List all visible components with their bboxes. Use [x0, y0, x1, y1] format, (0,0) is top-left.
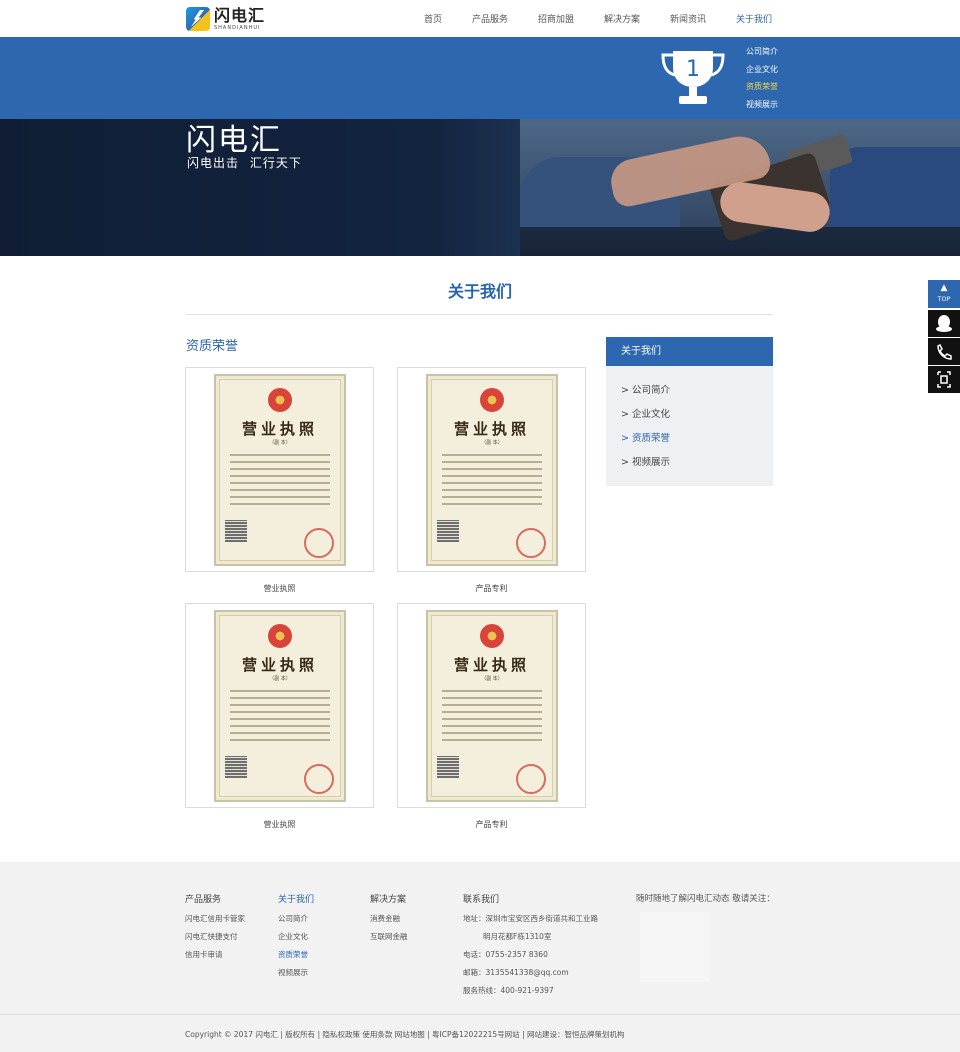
- logo-subtext: SHANDIANHUI: [214, 24, 261, 31]
- certificate-card[interactable]: 营业执照 （副 本）: [397, 603, 586, 808]
- about-dropdown: [0, 37, 960, 119]
- dropdown-item-video[interactable]: 视频展示: [746, 99, 778, 117]
- license-subtitle: （副 本）: [481, 440, 503, 446]
- nav-home[interactable]: 首页: [424, 12, 442, 25]
- license-subtitle: （副 本）: [481, 676, 503, 682]
- license-subtitle: （副 本）: [269, 440, 291, 446]
- copyright: Copyright © 2017 闪电汇 | 版权所有 | 隐私权政策 使用条款…: [185, 1030, 625, 1039]
- certificate-caption[interactable]: 产品专利: [397, 583, 586, 594]
- qrcode-icon: [225, 756, 247, 778]
- footer-link[interactable]: 闪电汇信用卡管家: [185, 913, 245, 924]
- qrcode-icon: [937, 371, 951, 388]
- qrcode-button[interactable]: [928, 366, 960, 393]
- main-nav: 首页 产品服务 招商加盟 解决方案 新闻资讯 关于我们: [0, 12, 960, 26]
- qq-icon: [936, 315, 952, 332]
- footer-column-heading[interactable]: 联系我们: [463, 892, 499, 905]
- footer-link[interactable]: 资质荣誉: [278, 949, 308, 960]
- business-license-image: 营业执照 （副 本）: [426, 374, 558, 566]
- footer-link[interactable]: 企业文化: [278, 931, 308, 942]
- footer-contact-line: 明月花都F栋1310室: [483, 932, 552, 941]
- certificate-card[interactable]: 营业执照 （副 本）: [185, 603, 374, 808]
- arrow-up-icon: ▲: [940, 283, 948, 293]
- phone-button[interactable]: [928, 338, 960, 365]
- national-emblem-icon: [480, 624, 504, 648]
- sidebar-item-company[interactable]: > 公司简介: [621, 382, 670, 396]
- national-emblem-icon: [268, 388, 292, 412]
- site-header: 闪电汇 SHANDIANHUI 首页 产品服务 招商加盟 解决方案 新闻资讯 关…: [0, 0, 960, 37]
- footer-contact-line: 地址：深圳市宝安区西乡街道共和工业路: [463, 914, 598, 923]
- footer-link[interactable]: 消费金融: [370, 913, 400, 924]
- dropdown-item-culture[interactable]: 企业文化: [746, 64, 778, 82]
- qq-button[interactable]: [928, 310, 960, 337]
- qrcode-icon: [437, 756, 459, 778]
- footer-link[interactable]: 视频展示: [278, 967, 308, 978]
- footer-contact-line: 服务热线：400-921-9397: [463, 986, 554, 995]
- sidebar-item-honors[interactable]: > 资质荣誉: [621, 430, 670, 444]
- national-emblem-icon: [268, 624, 292, 648]
- certificate-card[interactable]: 营业执照 （副 本）: [185, 367, 374, 572]
- certificate-caption[interactable]: 产品专利: [397, 819, 586, 830]
- nav-solutions[interactable]: 解决方案: [604, 12, 640, 25]
- page-title: 资质荣誉: [186, 339, 239, 354]
- trophy-icon: 1: [661, 51, 725, 104]
- footer-column-heading[interactable]: 产品服务: [185, 892, 221, 905]
- certificate-caption[interactable]: 营业执照: [185, 583, 374, 594]
- official-seal-icon: [304, 528, 334, 558]
- official-seal-icon: [304, 764, 334, 794]
- svg-text:1: 1: [686, 57, 700, 82]
- official-seal-icon: [516, 528, 546, 558]
- license-title: 营业执照: [453, 420, 530, 438]
- banner-title: 闪电汇: [186, 123, 282, 158]
- wechat-qrcode: [640, 912, 710, 982]
- section-title: 关于我们: [447, 282, 512, 301]
- footer-link[interactable]: 互联网金融: [370, 931, 408, 942]
- footer-link[interactable]: 信用卡审请: [185, 949, 223, 960]
- business-license-image: 营业执照 （副 本）: [214, 610, 346, 802]
- back-to-top-button[interactable]: ▲ TOP: [928, 280, 960, 308]
- national-emblem-icon: [480, 388, 504, 412]
- phone-icon: [937, 343, 952, 360]
- footer-divider: [0, 1014, 960, 1015]
- business-license-image: 营业执照 （副 本）: [214, 374, 346, 566]
- sidebar-item-culture[interactable]: > 企业文化: [621, 406, 670, 420]
- nav-products[interactable]: 产品服务: [472, 12, 508, 25]
- footer-link[interactable]: 公司简介: [278, 913, 308, 924]
- official-seal-icon: [516, 764, 546, 794]
- sidebar-heading: 关于我们: [606, 337, 773, 366]
- qrcode-icon: [437, 520, 459, 542]
- nav-about[interactable]: 关于我们: [736, 12, 772, 25]
- footer-contact-line: 电话：0755-2357 8360: [463, 950, 548, 959]
- certificate-card[interactable]: 营业执照 （副 本）: [397, 367, 586, 572]
- footer-column-heading[interactable]: 关于我们: [278, 892, 314, 905]
- certificate-caption[interactable]: 营业执照: [185, 819, 374, 830]
- license-title: 营业执照: [241, 656, 318, 674]
- dropdown-item-company[interactable]: 公司简介: [746, 46, 778, 64]
- banner-subtitle: 闪电出击 汇行天下: [187, 156, 302, 170]
- divider: [186, 314, 773, 315]
- qrcode-icon: [225, 520, 247, 542]
- nav-news[interactable]: 新闻资讯: [670, 12, 706, 25]
- sidebar-item-video[interactable]: > 视频展示: [621, 454, 670, 468]
- footer-link[interactable]: 闪电汇快捷支付: [185, 931, 238, 942]
- footer-contact-line: 邮箱：3135541338@qq.com: [463, 968, 569, 977]
- dropdown-menu: 公司简介 企业文化 资质荣誉 视频展示: [746, 46, 778, 116]
- follow-note: 随时随地了解闪电汇动态 敬请关注：: [636, 894, 775, 904]
- business-license-image: 营业执照 （副 本）: [426, 610, 558, 802]
- nav-franchise[interactable]: 招商加盟: [538, 12, 574, 25]
- license-title: 营业执照: [241, 420, 318, 438]
- footer-column-heading[interactable]: 解决方案: [370, 892, 406, 905]
- dropdown-item-honors[interactable]: 资质荣誉: [746, 81, 778, 99]
- license-title: 营业执照: [453, 656, 530, 674]
- license-subtitle: （副 本）: [269, 676, 291, 682]
